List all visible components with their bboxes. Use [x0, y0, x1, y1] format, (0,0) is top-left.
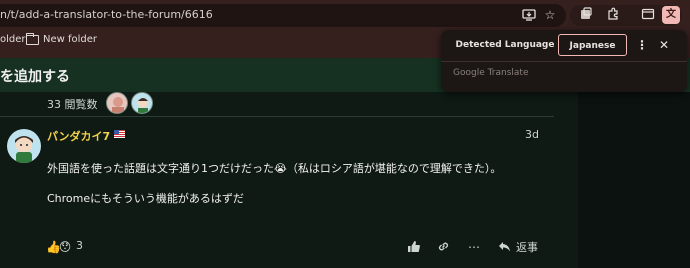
divider [0, 116, 554, 117]
folder-icon [25, 32, 39, 45]
reply-icon[interactable] [497, 240, 511, 254]
timeline-panel [578, 92, 690, 268]
tab-search-icon[interactable] [640, 7, 656, 23]
participant-avatar[interactable] [131, 92, 153, 114]
reply-button[interactable]: 返事 [516, 239, 538, 255]
translate-popup: Detected Language Japanese ⋮ ✕ Google Tr… [441, 30, 687, 92]
extensions-icon[interactable] [605, 7, 621, 23]
address-bar[interactable]: n/t/add-a-translator-to-the-forum/6616 [0, 4, 566, 27]
url-text: n/t/add-a-translator-to-the-forum/6616 [0, 8, 213, 21]
tab-japanese[interactable]: Japanese [558, 34, 627, 56]
extension-puzzle-icon[interactable] [578, 7, 594, 23]
like-icon[interactable] [406, 240, 420, 254]
close-icon[interactable]: ✕ [656, 34, 672, 56]
copy-link-icon[interactable] [436, 240, 450, 254]
bookmark-star-icon[interactable]: ☆ [542, 7, 558, 23]
more-actions-icon[interactable]: ⋯ [467, 240, 481, 254]
post-username[interactable]: パンダカイ7 [47, 128, 110, 144]
page-title: を追加する [0, 69, 70, 85]
post-text-line: Chromeにもそういう機能があるはずだ [47, 192, 244, 205]
tab-detected-language[interactable]: Detected Language [455, 34, 555, 56]
bookmark-folder-new[interactable]: New folder [43, 34, 97, 45]
post-text-line: 外国語を使った話題は文字通り1つだけだった😭（私はロシア語が堪能なので理解できた… [47, 162, 502, 175]
google-translate-brand: Google Translate [453, 68, 529, 78]
avatar[interactable] [7, 129, 41, 163]
divider [441, 61, 687, 62]
reaction-count[interactable]: 3 [76, 239, 83, 252]
post-date[interactable]: 3d [525, 128, 539, 141]
participant-avatar[interactable] [106, 92, 128, 114]
google-translate-icon[interactable]: 文 [662, 6, 680, 24]
options-menu-icon[interactable]: ⋮ [634, 34, 650, 56]
install-app-icon[interactable] [521, 8, 537, 24]
bookmark-folder-older[interactable]: older [0, 34, 26, 45]
us-flag-icon [114, 130, 125, 138]
surprised-reaction-icon[interactable]: 😯 [58, 240, 72, 254]
view-count: 33 閲覧数 [47, 98, 98, 111]
